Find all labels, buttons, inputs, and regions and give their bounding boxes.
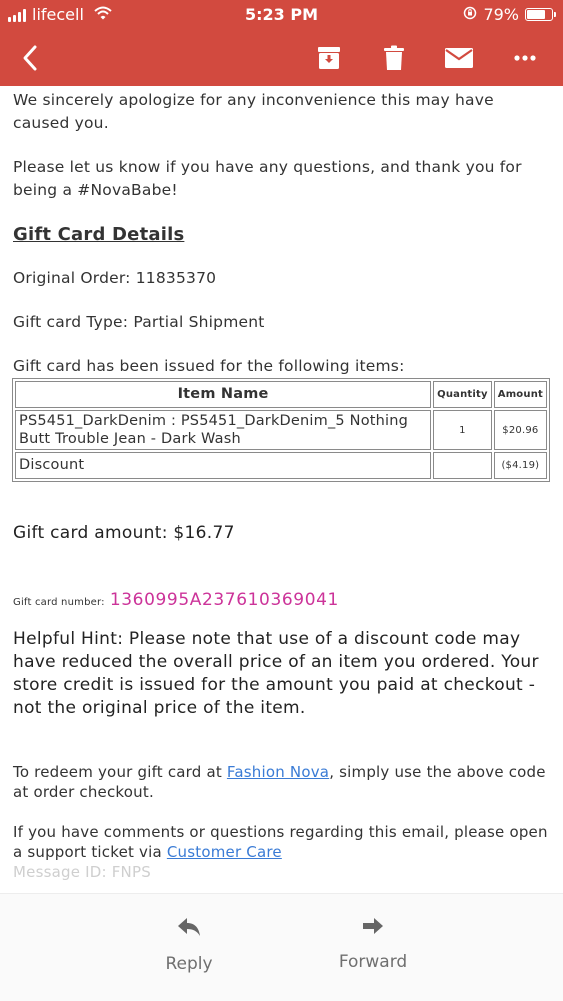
gift-card-amount: Gift card amount: $16.77 [13, 523, 235, 543]
customer-care-link[interactable]: Customer Care [167, 843, 282, 861]
more-options-button[interactable] [507, 40, 543, 76]
mark-unread-button[interactable] [441, 40, 477, 76]
table-row: Discount ($4.19) [15, 452, 547, 479]
amount-cell: ($4.19) [493, 452, 547, 479]
trash-icon [384, 45, 404, 70]
support-text: If you have comments or questions regard… [13, 822, 553, 862]
forward-button[interactable]: Forward [318, 916, 428, 972]
helpful-hint: Helpful Hint: Please note that use of a … [13, 629, 539, 718]
email-toolbar [0, 30, 563, 86]
table-row: PS5451_DarkDenim : PS5451_DarkDenim_5 No… [15, 410, 547, 450]
message-id: Message ID: FNPS [13, 863, 151, 881]
quantity-cell: 1 [433, 410, 492, 450]
reply-button[interactable]: Reply [134, 916, 244, 974]
header-amount: Amount [493, 381, 547, 408]
gift-card-details-heading: Gift Card Details [13, 224, 185, 245]
item-name-cell: Discount [15, 452, 432, 479]
chevron-left-icon [23, 45, 37, 71]
status-bar: lifecell 5:23 PM 79% [0, 0, 563, 30]
redeem-text: To redeem your gift card at Fashion Nova… [13, 762, 553, 802]
bottom-actions: Reply Forward [0, 893, 563, 1001]
questions-text: Please let us know if you have any quest… [13, 158, 522, 199]
battery-fill [527, 10, 545, 19]
gift-card-number-label: Gift card number: [13, 597, 105, 608]
header-quantity: Quantity [433, 381, 492, 408]
amount-cell: $20.96 [493, 410, 547, 450]
battery-percent: 79% [483, 5, 519, 24]
reply-label: Reply [165, 954, 213, 974]
orientation-lock-icon [463, 5, 477, 24]
gift-card-number-row: Gift card number: 1360995A237610369041 [13, 589, 553, 614]
fashion-nova-link[interactable]: Fashion Nova [227, 763, 329, 781]
delete-button[interactable] [376, 40, 412, 76]
reply-icon [178, 918, 200, 936]
redeem-prefix: To redeem your gift card at [13, 763, 227, 781]
apology-text: We sincerely apologize for any inconveni… [13, 91, 494, 132]
gift-card-type: Gift card Type: Partial Shipment [13, 313, 265, 331]
table-header-row: Item Name Quantity Amount [15, 381, 547, 408]
forward-label: Forward [338, 952, 408, 972]
gift-card-number: 1360995A237610369041 [109, 590, 339, 610]
mail-icon [445, 48, 473, 68]
original-order: Original Order: 11835370 [13, 269, 217, 287]
archive-button[interactable] [311, 40, 347, 76]
top-bar: lifecell 5:23 PM 79% [0, 0, 563, 86]
back-button[interactable] [12, 40, 48, 76]
quantity-cell [433, 452, 492, 479]
header-item-name: Item Name [15, 381, 432, 408]
more-icon [514, 55, 536, 61]
items-table: Item Name Quantity Amount PS5451_DarkDen… [12, 378, 550, 482]
issued-for-text: Gift card has been issued for the follow… [13, 357, 405, 375]
forward-icon [363, 918, 383, 934]
archive-icon [318, 47, 340, 69]
item-name-cell: PS5451_DarkDenim : PS5451_DarkDenim_5 No… [15, 410, 432, 450]
email-body: We sincerely apologize for any inconveni… [12, 86, 553, 882]
battery-icon [525, 8, 556, 21]
